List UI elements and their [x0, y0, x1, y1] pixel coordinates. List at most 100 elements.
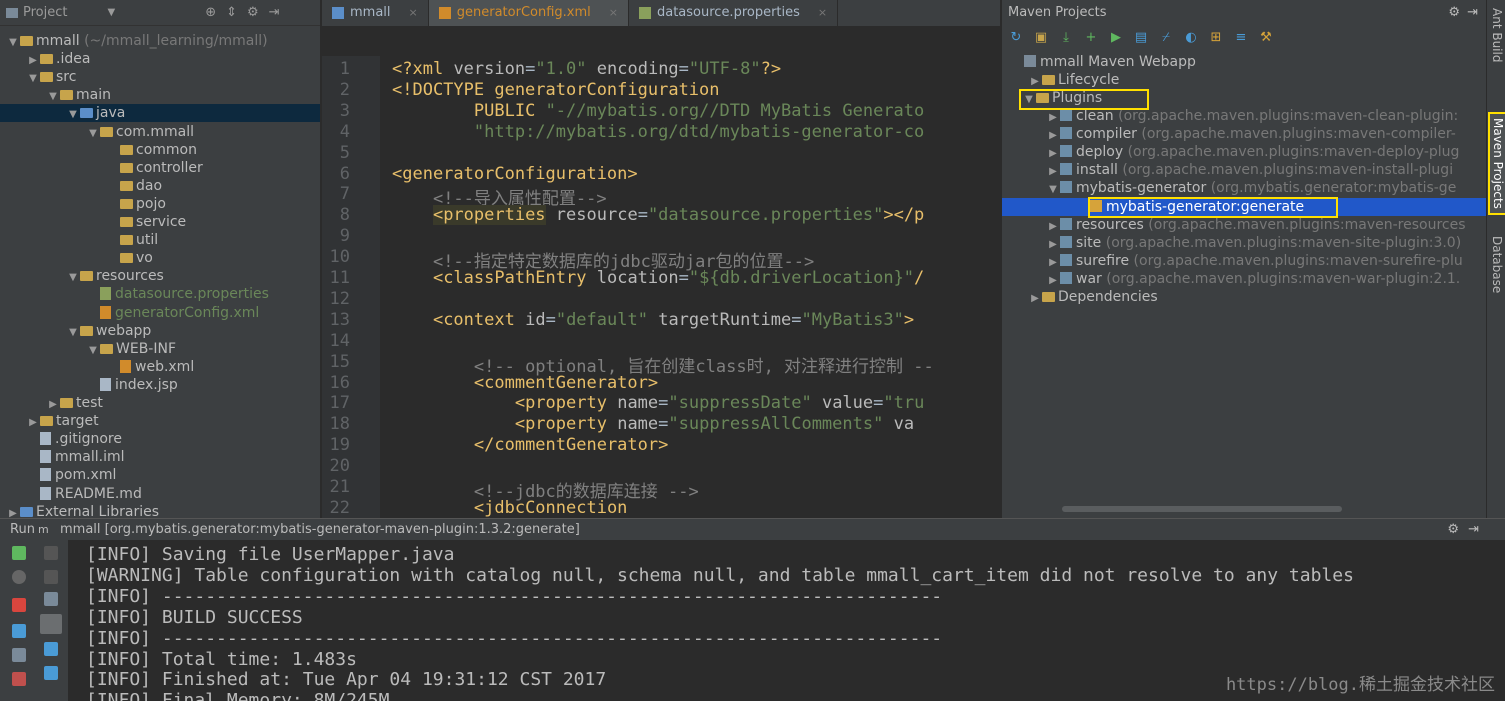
code-line[interactable]: "http://mybatis.org/dtd/mybatis-generato… — [392, 122, 924, 142]
add-icon[interactable]: + — [1083, 30, 1099, 46]
code-line[interactable]: <properties resource="datasource.propert… — [392, 205, 924, 226]
toggle-offline-icon[interactable]: ⌿ — [1158, 30, 1174, 46]
tree-item-pojo[interactable]: pojo — [0, 195, 320, 213]
dump-threads-icon[interactable] — [12, 648, 26, 662]
close-icon[interactable]: × — [818, 0, 827, 26]
skip-tests-icon[interactable]: ◐ — [1183, 30, 1199, 46]
tab-generatorconfig-xml[interactable]: generatorConfig.xml × — [428, 0, 629, 26]
package-icon — [120, 253, 133, 264]
tree-item-web-inf[interactable]: ▼ WEB-INF — [0, 340, 320, 358]
add-project-icon[interactable]: ▣ — [1033, 30, 1049, 46]
code-line[interactable]: <classPathEntry location="${db.driverLoc… — [392, 268, 924, 288]
tree-item-target[interactable]: ▶ target — [0, 412, 320, 430]
tree-item-pom-xml[interactable]: pom.xml — [0, 466, 320, 484]
tree-item-com-mmall[interactable]: ▼ com.mmall — [0, 123, 320, 141]
ant-build-tab[interactable]: Ant Build — [1490, 8, 1504, 62]
tree-item-main[interactable]: ▼ main — [0, 86, 320, 104]
scroll-to-end-icon[interactable] — [40, 614, 62, 634]
gear-icon[interactable]: ⚙ — [247, 5, 259, 20]
lifecycle-node[interactable]: ▶ Lifecycle — [1028, 71, 1119, 89]
tree-item-java[interactable]: ▼ java — [0, 104, 320, 123]
dropdown-icon[interactable]: ▼ — [107, 7, 115, 18]
download-icon[interactable]: ⤓ — [1058, 30, 1074, 46]
tree-item-idea[interactable]: ▶ .idea — [0, 50, 320, 68]
hide-icon[interactable]: ⇥ — [1467, 0, 1478, 26]
tree-item-util[interactable]: util — [0, 231, 320, 249]
tab-mmall[interactable]: mmall × — [322, 0, 429, 26]
database-tab[interactable]: Database — [1490, 236, 1504, 293]
run-config-icon[interactable]: ▤ — [1133, 30, 1149, 46]
exit-icon[interactable] — [12, 672, 26, 686]
code-editor[interactable]: <?xml version="1.0" encoding="UTF-8"?> <!… — [380, 56, 1000, 518]
reimport-icon[interactable]: ↻ — [1008, 30, 1024, 46]
settings-icon[interactable]: ⚒ — [1258, 30, 1274, 46]
code-line[interactable]: <property name="suppressDate" value="tru — [392, 393, 925, 413]
plugin-site[interactable]: ▶ site (org.apache.maven.plugins:maven-si… — [1046, 234, 1461, 252]
down-arrow-icon[interactable] — [44, 570, 58, 584]
plugin-compiler[interactable]: ▶ compiler (org.apache.maven.plugins:mave… — [1046, 125, 1456, 143]
maven-root[interactable]: mmall Maven Webapp — [1024, 53, 1196, 71]
tree-item-datasource-properties[interactable]: datasource.properties — [0, 285, 320, 303]
plugin-mybatis-generator[interactable]: ▼ mybatis-generator (org.mybatis.generato… — [1046, 179, 1456, 197]
code-line[interactable]: <?xml version="1.0" encoding="UTF-8"?> — [392, 59, 781, 79]
tree-item-gitignore[interactable]: .gitignore — [0, 430, 320, 448]
tree-item-web-xml[interactable]: web.xml — [0, 358, 320, 376]
plugin-war[interactable]: ▶ war (org.apache.maven.plugins:maven-war… — [1046, 270, 1460, 288]
code-line[interactable]: <jdbcConnection — [392, 498, 628, 518]
code-line[interactable]: <!DOCTYPE generatorConfiguration — [392, 80, 720, 100]
pause-output-icon[interactable] — [12, 570, 26, 584]
plugin-resources[interactable]: ▶ resources (org.apache.maven.plugins:mav… — [1046, 216, 1465, 234]
code-line[interactable]: <context id="default" targetRuntime="MyB… — [392, 310, 914, 330]
tree-item-common[interactable]: common — [0, 141, 320, 159]
stop-icon[interactable] — [12, 598, 26, 612]
tree-item-webapp[interactable]: ▼ webapp — [0, 322, 320, 340]
plugin-surefire[interactable]: ▶ surefire (org.apache.maven.plugins:mave… — [1046, 252, 1463, 270]
tab-label: datasource.properties — [656, 5, 800, 20]
horizontal-scrollbar[interactable] — [1062, 506, 1342, 512]
console-line: [INFO] BUILD SUCCESS — [86, 606, 303, 628]
code-line[interactable]: PUBLIC "-//mybatis.org//DTD MyBatis Gene… — [392, 101, 924, 121]
up-arrow-icon[interactable] — [44, 546, 58, 560]
tree-item-index-jsp[interactable]: index.jsp — [0, 376, 320, 394]
tree-item-generatorconfig-xml[interactable]: generatorConfig.xml — [0, 304, 320, 322]
clear-all-icon[interactable] — [44, 666, 58, 680]
close-icon[interactable]: × — [409, 0, 418, 26]
chevron-right-icon[interactable]: ▶ — [1028, 290, 1042, 308]
tree-item-label: controller — [136, 159, 203, 176]
dependencies-node[interactable]: ▶ Dependencies — [1028, 288, 1158, 306]
code-line[interactable]: <generatorConfiguration> — [392, 164, 638, 184]
chevron-down-icon[interactable]: ▼ — [1046, 181, 1060, 199]
tree-item-src[interactable]: ▼ src — [0, 68, 320, 86]
maven-projects-tab[interactable]: Maven Projects — [1488, 112, 1505, 215]
tree-item-readme-md[interactable]: README.md — [0, 485, 320, 503]
hide-icon[interactable]: ⇥ — [269, 5, 280, 20]
code-line[interactable]: <property name="suppressAllComments" va — [392, 414, 914, 434]
plugin-deploy[interactable]: ▶ deploy (org.apache.maven.plugins:maven-… — [1046, 143, 1459, 161]
hide-icon[interactable]: ⇥ — [1468, 519, 1479, 541]
gear-icon[interactable]: ⚙ — [1448, 0, 1460, 26]
sync-icon[interactable]: ⊕ — [205, 5, 216, 20]
tree-item-mmall[interactable]: ▼ mmall (~/mmall_learning/mmall) — [0, 32, 320, 50]
show-dependencies-icon[interactable]: ⊞ — [1208, 30, 1224, 46]
gear-icon[interactable]: ⚙ — [1447, 519, 1459, 541]
tree-item-resources[interactable]: ▼ resources — [0, 267, 320, 285]
tree-item-dao[interactable]: dao — [0, 177, 320, 195]
plugin-install[interactable]: ▶ install (org.apache.maven.plugins:maven… — [1046, 161, 1453, 179]
close-icon[interactable]: × — [609, 0, 618, 26]
code-line[interactable]: <commentGenerator> — [392, 373, 658, 393]
tree-item-controller[interactable]: controller — [0, 159, 320, 177]
tree-item-vo[interactable]: vo — [0, 249, 320, 267]
code-line[interactable]: </commentGenerator> — [392, 435, 668, 455]
collapse-icon[interactable]: ⇕ — [226, 5, 237, 20]
tree-item-test[interactable]: ▶ test — [0, 394, 320, 412]
run-icon[interactable]: ▶ — [1108, 30, 1124, 46]
tree-item-mmall-iml[interactable]: mmall.iml — [0, 448, 320, 466]
pause-icon[interactable] — [12, 624, 26, 638]
tab-datasource-properties[interactable]: datasource.properties × — [629, 0, 839, 26]
project-panel-title[interactable]: Project — [23, 5, 67, 20]
tree-item-service[interactable]: service — [0, 213, 320, 231]
collapse-all-icon[interactable]: ≡ — [1233, 30, 1249, 46]
soft-wrap-icon[interactable] — [44, 592, 58, 606]
rerun-icon[interactable] — [12, 546, 26, 560]
print-icon[interactable] — [44, 642, 58, 656]
